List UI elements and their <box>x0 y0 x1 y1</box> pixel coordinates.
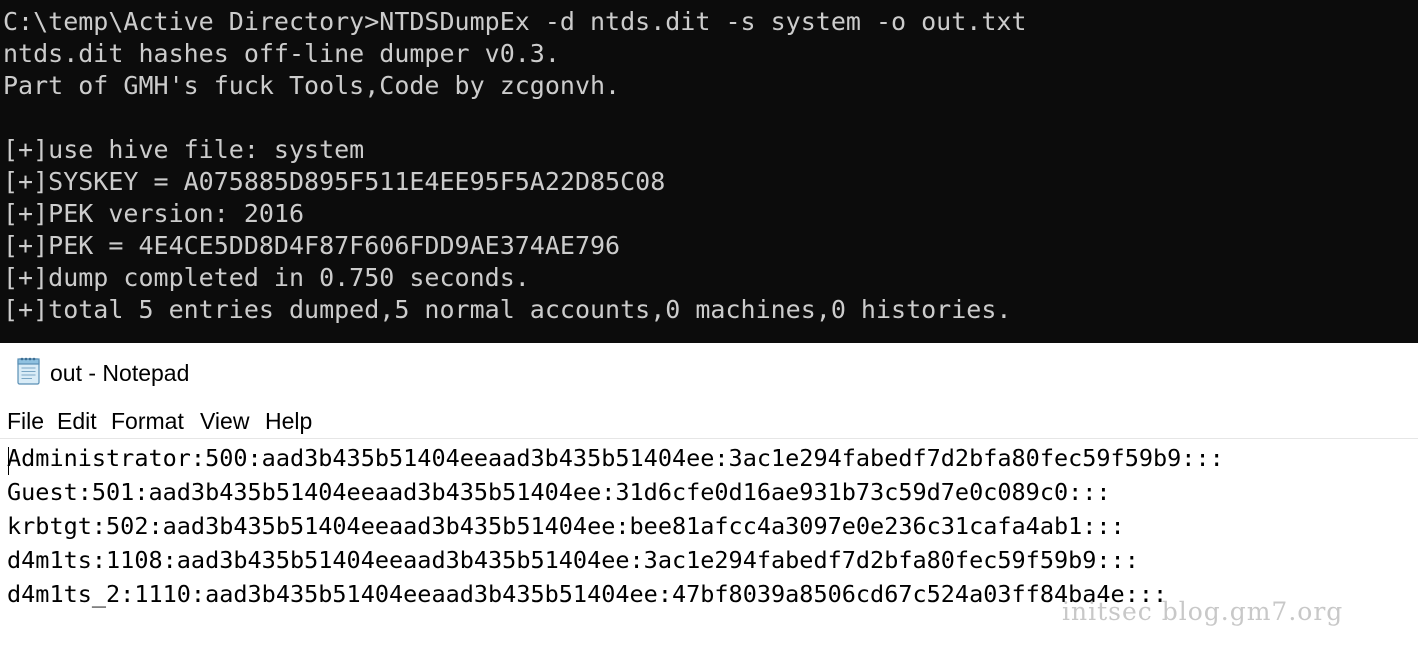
console-line: Part of GMH's fuck Tools,Code by zcgonvh… <box>3 71 621 100</box>
console-line: [+]PEK version: 2016 <box>3 199 305 228</box>
hash-line: d4m1ts_2:1110:aad3b435b51404eeaad3b435b5… <box>7 580 1168 608</box>
hash-line: d4m1ts:1108:aad3b435b51404eeaad3b435b514… <box>7 546 1139 574</box>
watermark: initsec blog.gm7.org <box>1062 597 1344 626</box>
menu-edit[interactable]: Edit <box>57 405 97 437</box>
menu-file[interactable]: File <box>7 405 44 437</box>
console-line: [+]total 5 entries dumped,5 normal accou… <box>3 295 1012 324</box>
console-line: [+]PEK = 4E4CE5DD8D4F87F606FDD9AE374AE79… <box>3 231 621 260</box>
notepad-icon <box>13 356 43 386</box>
console-line-command: C:\temp\Active Directory>NTDSDumpEx -d n… <box>3 7 1027 36</box>
menu-format[interactable]: Format <box>111 405 184 437</box>
console-line: ntds.dit hashes off-line dumper v0.3. <box>3 39 560 68</box>
window-title: out - Notepad <box>50 360 190 386</box>
hash-line: Guest:501:aad3b435b51404eeaad3b435b51404… <box>7 478 1111 506</box>
console-line: [+]use hive file: system <box>3 135 365 164</box>
console-line: [+]dump completed in 0.750 seconds. <box>3 263 530 292</box>
screenshot-root: C:\temp\Active Directory>NTDSDumpEx -d n… <box>0 0 1418 652</box>
hash-line: krbtgt:502:aad3b435b51404eeaad3b435b5140… <box>7 512 1125 540</box>
notepad-titlebar[interactable]: out - Notepad <box>0 343 1418 405</box>
hash-line: Administrator:500:aad3b435b51404eeaad3b4… <box>7 444 1224 472</box>
console-window: C:\temp\Active Directory>NTDSDumpEx -d n… <box>0 0 1418 343</box>
console-line: [+]SYSKEY = A075885D895F511E4EE95F5A22D8… <box>3 167 666 196</box>
menu-help[interactable]: Help <box>265 405 312 437</box>
menu-view[interactable]: View <box>200 405 249 437</box>
menu-bar: File Edit Format View Help <box>0 405 1418 437</box>
